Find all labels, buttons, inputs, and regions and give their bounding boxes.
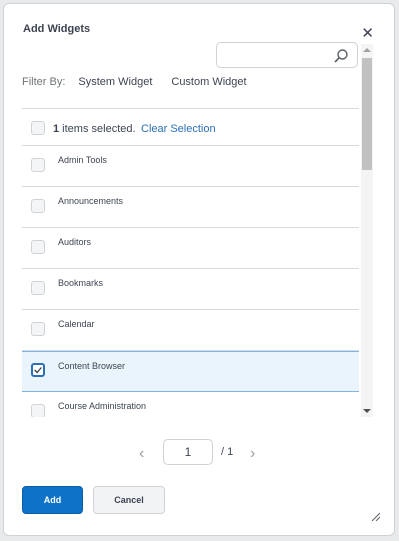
add-widgets-dialog: Add Widgets ✕ Filter By: System Widget C… <box>3 3 395 536</box>
item-checkbox[interactable] <box>31 240 45 254</box>
item-checkbox[interactable] <box>31 199 45 213</box>
pagination: ‹ 1 / 1 › <box>4 438 396 468</box>
search-input[interactable] <box>216 42 358 68</box>
scrollbar-thumb[interactable] <box>362 58 372 170</box>
selection-suffix: items selected. <box>59 123 136 135</box>
item-label: Content Browser <box>58 361 126 371</box>
dialog-title: Add Widgets <box>23 23 91 35</box>
item-checkbox[interactable] <box>31 158 45 172</box>
resize-handle-icon[interactable] <box>370 511 380 521</box>
search-icon[interactable] <box>333 48 349 64</box>
add-button[interactable]: Add <box>22 486 83 514</box>
item-checkbox[interactable] <box>31 322 45 336</box>
prev-page-icon[interactable]: ‹ <box>139 445 144 463</box>
filter-custom-widget[interactable]: Custom Widget <box>171 76 246 88</box>
item-label: Announcements <box>58 196 124 206</box>
list-scrollbar[interactable] <box>361 44 373 417</box>
select-all-checkbox[interactable] <box>31 121 45 135</box>
list-item[interactable]: Course Administration <box>22 392 359 417</box>
scroll-up-icon[interactable] <box>363 48 371 52</box>
cancel-button[interactable]: Cancel <box>93 486 165 514</box>
list-item[interactable]: Announcements <box>22 187 359 228</box>
widget-list: 1 items selected. Clear Selection Admin … <box>22 108 359 417</box>
list-item[interactable]: Admin Tools <box>22 146 359 187</box>
item-checkbox[interactable] <box>31 281 45 295</box>
item-checkbox-checked[interactable] <box>31 363 45 377</box>
list-item[interactable]: Auditors <box>22 228 359 269</box>
filter-label: Filter By: <box>22 76 66 88</box>
item-label: Admin Tools <box>58 155 107 165</box>
scroll-down-icon[interactable] <box>363 409 371 413</box>
checkmark-icon <box>34 367 42 374</box>
selection-count-text: 1 items selected. <box>53 123 136 135</box>
item-label: Calendar <box>58 319 95 329</box>
page-total: / 1 <box>221 446 234 458</box>
next-page-icon[interactable]: › <box>250 445 255 463</box>
item-label: Auditors <box>58 237 92 247</box>
list-item[interactable]: Bookmarks <box>22 269 359 310</box>
clear-selection-link[interactable]: Clear Selection <box>141 123 216 135</box>
item-label: Course Administration <box>58 401 147 411</box>
close-icon[interactable]: ✕ <box>361 26 374 41</box>
list-item[interactable]: Calendar <box>22 310 359 351</box>
page-number-input[interactable]: 1 <box>163 439 213 465</box>
filter-system-widget[interactable]: System Widget <box>78 76 152 88</box>
selection-summary: 1 items selected. Clear Selection <box>22 108 359 146</box>
filter-bar: Filter By: System Widget Custom Widget <box>22 76 266 88</box>
item-checkbox[interactable] <box>31 404 45 417</box>
list-item-selected[interactable]: Content Browser <box>22 351 359 392</box>
item-label: Bookmarks <box>58 278 104 288</box>
